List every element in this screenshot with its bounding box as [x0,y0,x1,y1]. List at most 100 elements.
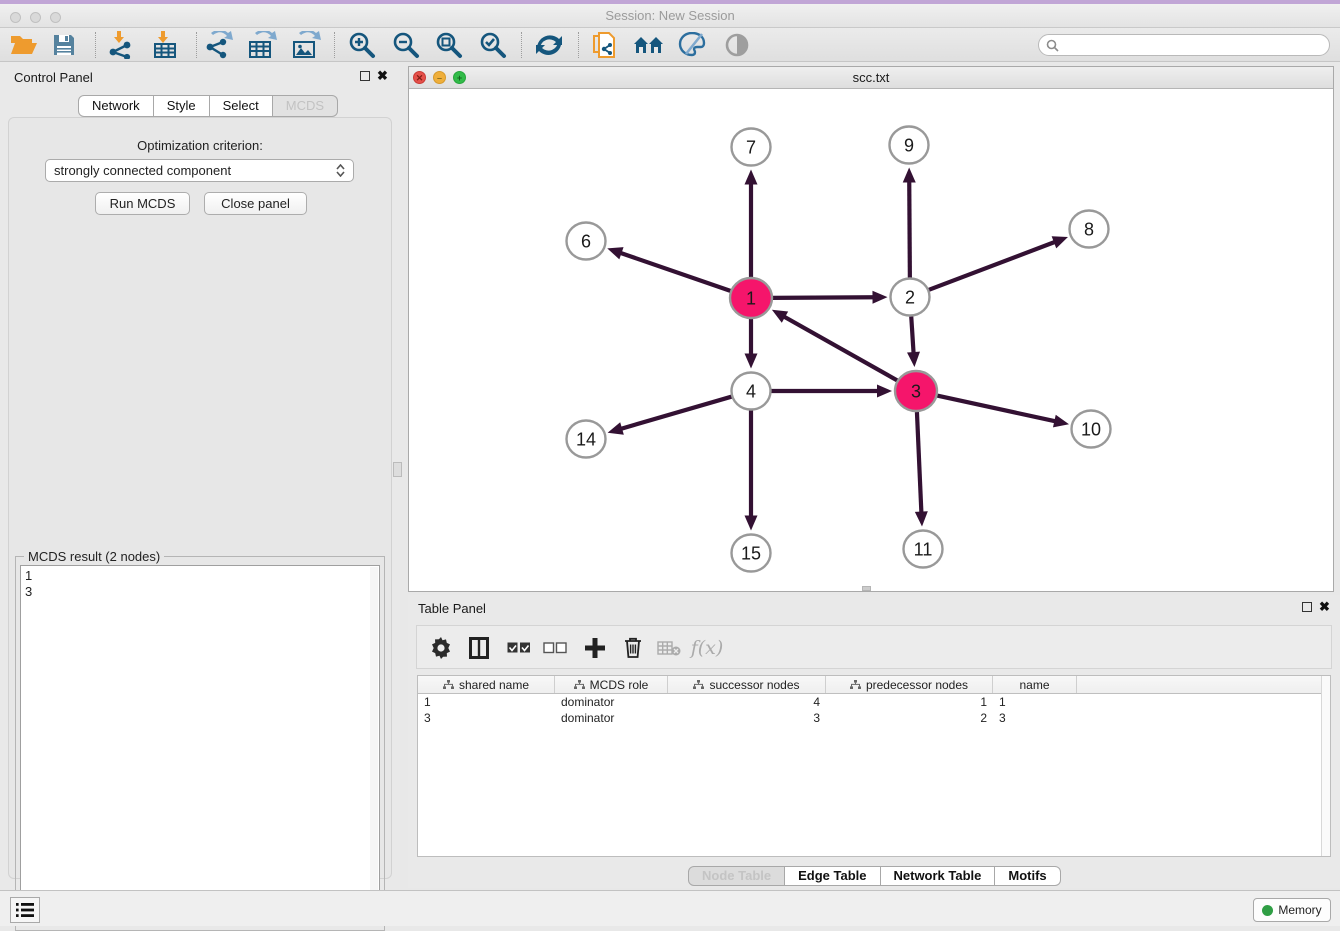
main-titlebar[interactable]: Session: New Session [0,4,1340,28]
node-2[interactable]: 2 [891,279,930,316]
edge-3-10[interactable] [937,395,1058,421]
edge-1-6[interactable] [619,252,732,291]
edge-1-2[interactable] [772,297,876,298]
delete-column-icon[interactable] [655,634,683,662]
add-column-icon[interactable] [581,634,609,662]
table-cell[interactable]: 4 [668,694,826,710]
export-network-icon[interactable] [202,30,234,60]
clone-network-icon[interactable] [589,30,621,60]
tab-motifs[interactable]: Motifs [995,866,1060,886]
show-hide-icon[interactable] [721,30,753,60]
delete-icon[interactable] [619,634,647,662]
zoom-window-icon[interactable] [50,12,61,23]
tab-network-table[interactable]: Network Table [881,866,996,886]
tab-network[interactable]: Network [78,95,154,117]
apply-layout-icon[interactable] [533,30,565,60]
table-row[interactable]: 3dominator323 [418,710,1330,726]
close-window-icon[interactable] [10,12,21,23]
table-cell[interactable]: 3 [668,710,826,726]
tab-node-table[interactable]: Node Table [688,866,785,886]
network-overview-icon[interactable] [633,30,665,60]
column-header-MCDS-role[interactable]: MCDS role [555,676,668,693]
network-minimize-icon[interactable]: – [433,71,446,84]
table-cell[interactable]: 1 [418,694,555,710]
function-builder-icon: f(x) [693,634,721,662]
table-body[interactable]: 1dominator4113dominator323 [418,694,1330,726]
table-row[interactable]: 1dominator411 [418,694,1330,710]
table-panel-title: Table Panel [418,601,486,616]
table-cell[interactable]: dominator [555,694,668,710]
import-table-icon[interactable] [149,30,181,60]
network-zoom-icon[interactable]: + [453,71,466,84]
node-8[interactable]: 8 [1070,211,1109,248]
search-input[interactable] [1038,34,1330,56]
float-panel-icon[interactable] [1302,602,1312,612]
mcds-result-list[interactable]: 1 3 [20,565,380,926]
node-1[interactable]: 1 [730,278,772,318]
column-header-name[interactable]: name [993,676,1077,693]
network-close-icon[interactable]: ✕ [413,71,426,84]
node-15[interactable]: 15 [732,535,771,572]
edge-3-1[interactable] [782,316,897,381]
export-image-icon[interactable] [290,30,322,60]
task-history-button[interactable] [10,897,40,923]
gear-icon[interactable] [427,634,455,662]
table-cell[interactable]: 1 [826,694,993,710]
control-panel-tabs: Network Style Select MCDS [78,95,338,117]
node-10[interactable]: 10 [1072,411,1111,448]
column-header-shared-name[interactable]: shared name [418,676,555,693]
tab-edge-table[interactable]: Edge Table [785,866,880,886]
node-4[interactable]: 4 [732,373,771,410]
edge-3-11[interactable] [917,412,922,515]
run-mcds-button[interactable]: Run MCDS [95,192,190,215]
close-panel-icon[interactable]: ✖ [1319,599,1330,615]
column-header-predecessor-nodes[interactable]: predecessor nodes [826,676,993,693]
zoom-out-icon[interactable] [390,30,422,60]
node-table[interactable]: shared nameMCDS rolesuccessor nodesprede… [417,675,1331,857]
table-header[interactable]: shared nameMCDS rolesuccessor nodesprede… [418,676,1330,694]
table-cell[interactable]: 3 [418,710,555,726]
table-scrollbar[interactable] [1321,676,1330,856]
tab-select[interactable]: Select [210,95,273,117]
node-3[interactable]: 3 [895,371,937,411]
minimize-window-icon[interactable] [30,12,41,23]
canvas-scroll-thumb[interactable] [862,586,871,591]
zoom-fit-icon[interactable] [433,30,465,60]
node-6[interactable]: 6 [567,223,606,260]
apply-style-icon[interactable] [676,30,708,60]
node-9[interactable]: 9 [890,127,929,164]
node-14[interactable]: 14 [567,421,606,458]
zoom-in-icon[interactable] [346,30,378,60]
tab-style[interactable]: Style [154,95,210,117]
close-panel-button[interactable]: Close panel [204,192,307,215]
save-session-icon[interactable] [48,30,80,60]
edge-2-3[interactable] [911,316,913,355]
edge-4-14[interactable] [619,396,732,429]
node-11[interactable]: 11 [904,531,943,568]
import-network-icon[interactable] [104,30,136,60]
network-window-titlebar[interactable]: ✕ – + scc.txt [409,67,1333,89]
node-7[interactable]: 7 [732,129,771,166]
scrollbar[interactable] [370,567,378,926]
export-table-icon[interactable] [246,30,278,60]
close-panel-icon[interactable]: ✖ [377,68,388,84]
splitter-handle[interactable] [393,462,402,477]
zoom-selected-icon[interactable] [477,30,509,60]
criterion-select[interactable]: strongly connected component [45,159,354,182]
table-cell[interactable]: 1 [993,694,1077,710]
edge-2-8[interactable] [928,241,1057,290]
table-cell[interactable]: 3 [993,710,1077,726]
memory-button[interactable]: Memory [1253,898,1331,922]
network-canvas[interactable]: 7 9 6 8 1 2 4 3 14 10 15 11 [410,90,1332,591]
edge-2-9[interactable] [909,179,910,277]
table-cell[interactable]: 2 [826,710,993,726]
open-file-icon[interactable] [7,30,39,60]
select-all-rows-icon[interactable] [505,634,533,662]
deselect-all-rows-icon[interactable] [541,634,569,662]
column-header-successor-nodes[interactable]: successor nodes [668,676,826,693]
tab-mcds[interactable]: MCDS [273,95,338,117]
column-browser-icon[interactable] [465,634,493,662]
table-cell[interactable]: dominator [555,710,668,726]
network-graph[interactable]: 7 9 6 8 1 2 4 3 14 10 15 11 [410,90,1332,591]
float-panel-icon[interactable] [360,71,370,81]
